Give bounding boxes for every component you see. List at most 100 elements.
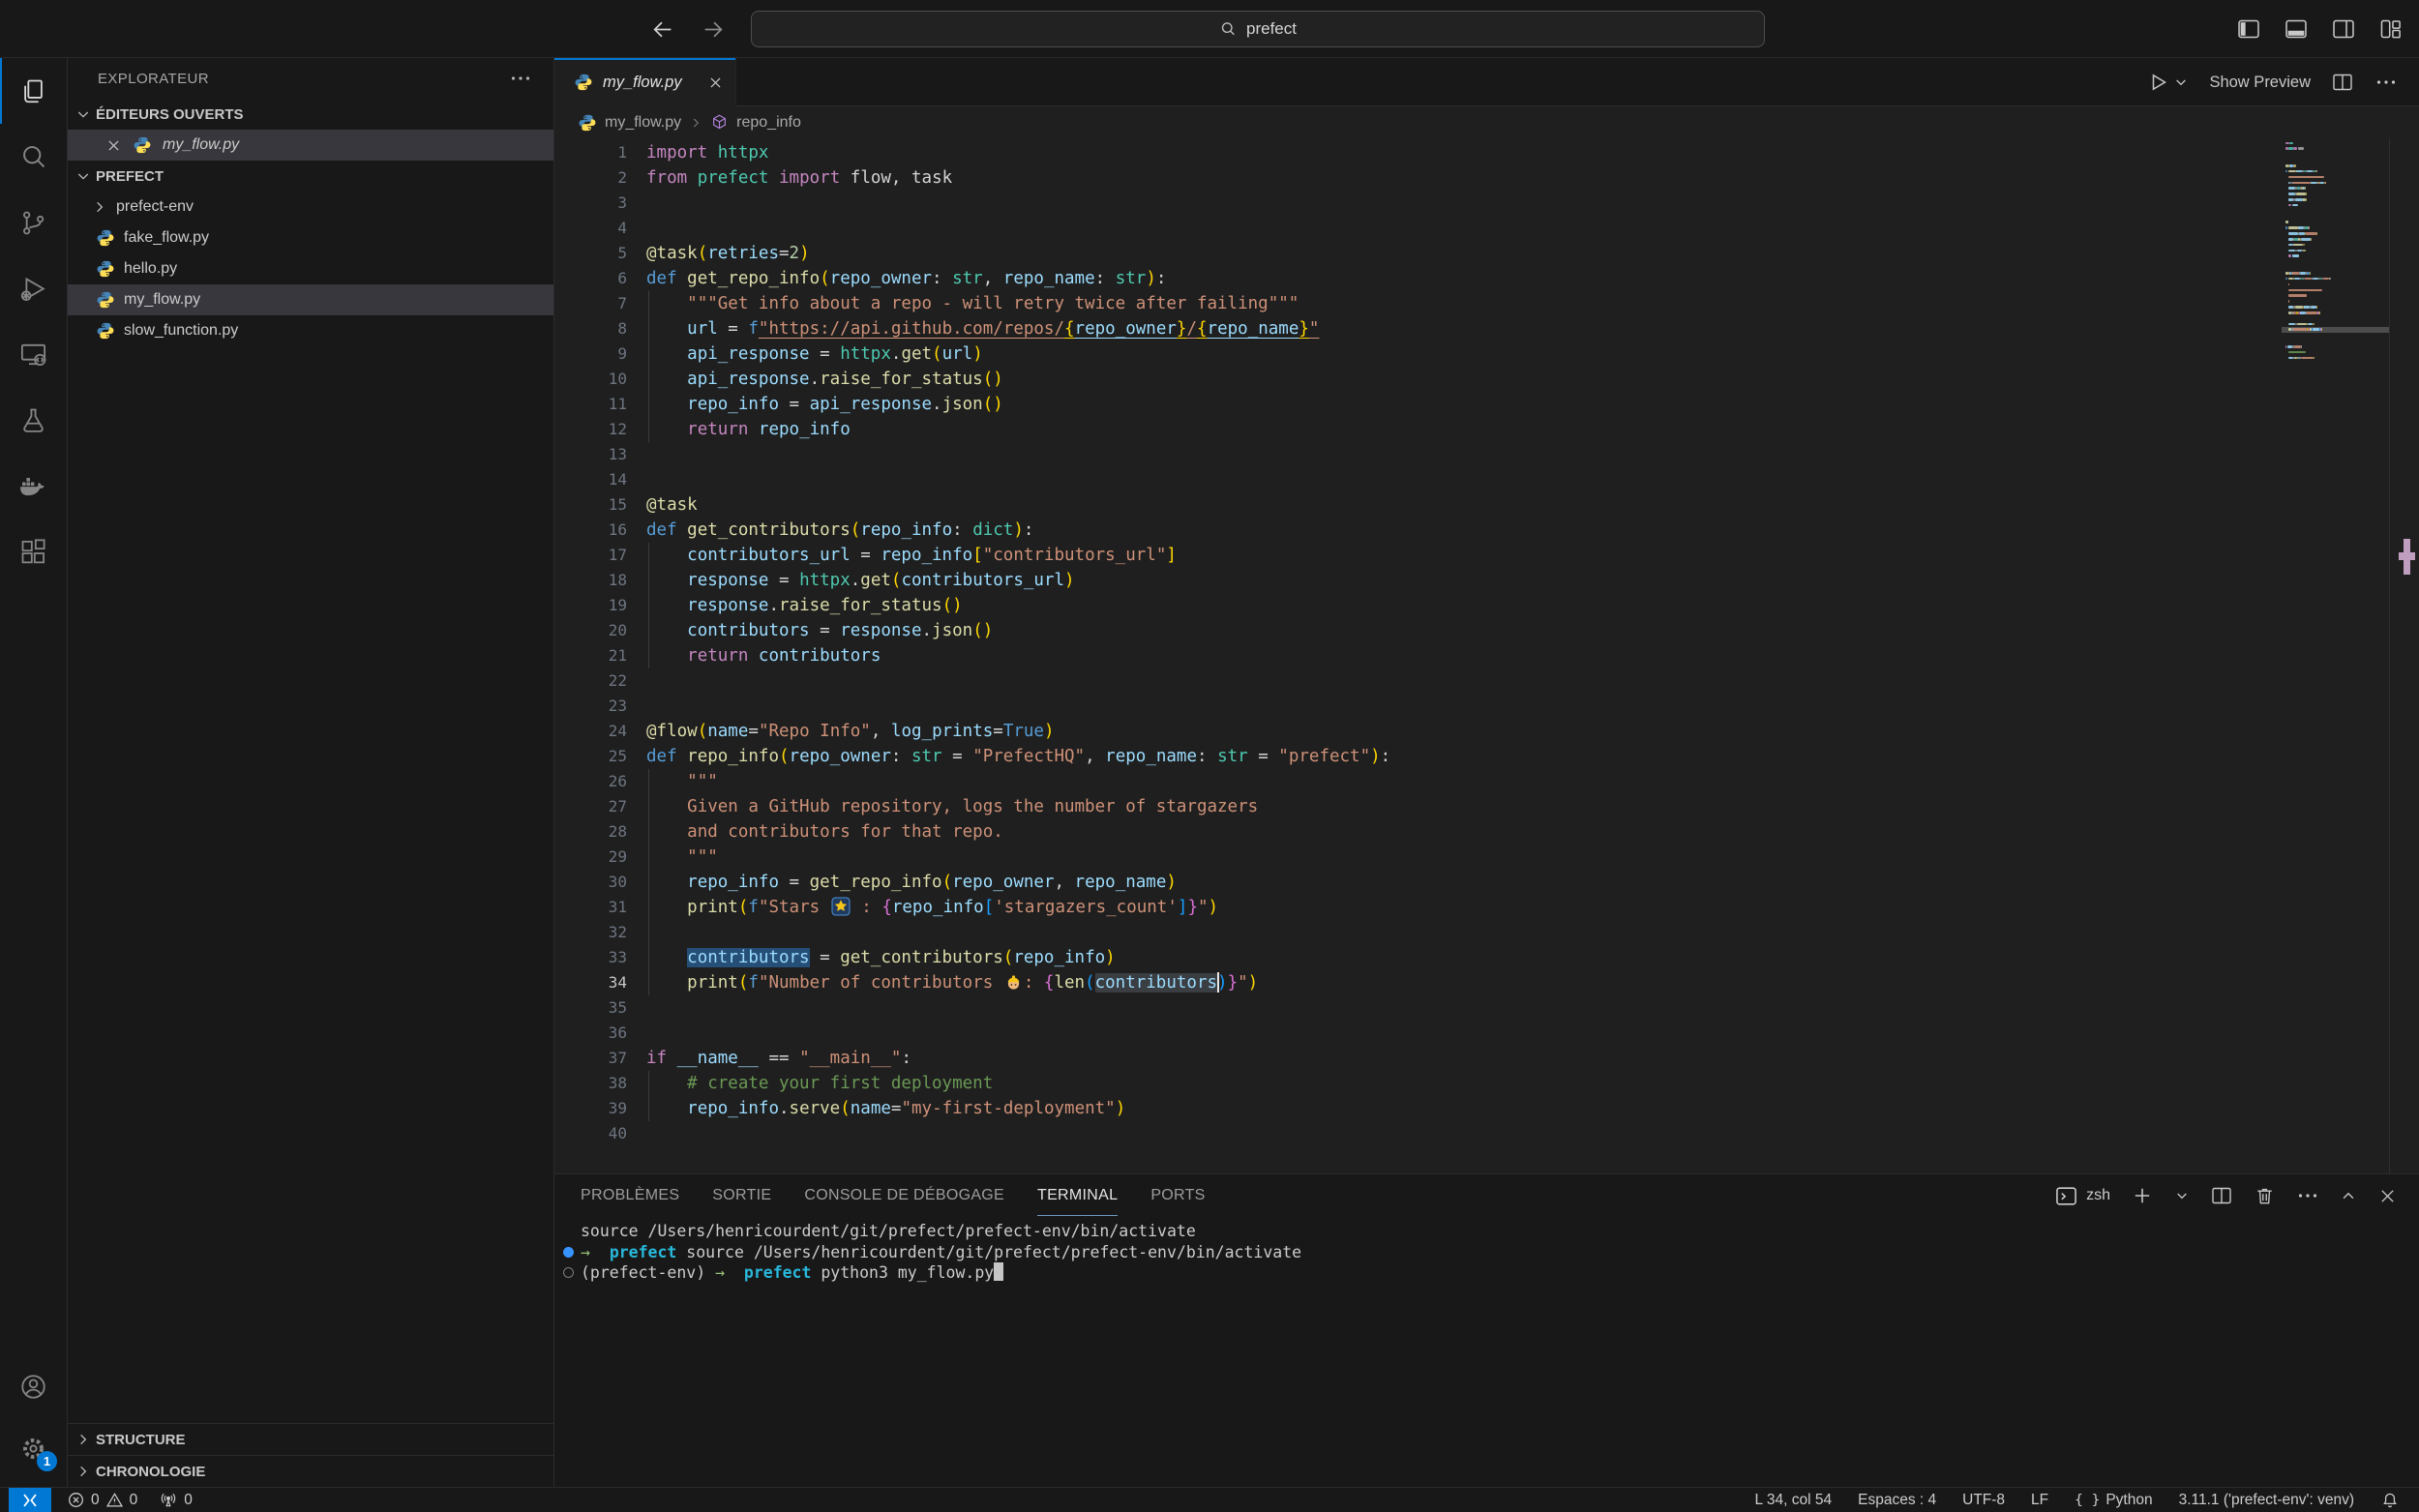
close-panel-icon[interactable] (2377, 1186, 2398, 1206)
line-number[interactable]: 24 (554, 719, 627, 744)
line-number[interactable]: 6 (554, 266, 627, 291)
line-number[interactable]: 7 (554, 291, 627, 316)
toggle-panel-icon[interactable] (2284, 16, 2309, 42)
line-number[interactable]: 12 (554, 417, 627, 442)
code-line-12[interactable]: 12 return repo_info (554, 417, 2274, 442)
line-number[interactable]: 5 (554, 241, 627, 266)
code-line-17[interactable]: 17 contributors_url = repo_info["contrib… (554, 543, 2274, 568)
line-number[interactable]: 10 (554, 367, 627, 392)
split-editor-icon[interactable] (2331, 71, 2354, 94)
close-icon[interactable] (707, 74, 724, 91)
line-number[interactable]: 3 (554, 191, 627, 216)
code-line-30[interactable]: 30 repo_info = get_repo_info(repo_owner,… (554, 870, 2274, 895)
code-line-24[interactable]: 24@flow(name="Repo Info", log_prints=Tru… (554, 719, 2274, 744)
code-line-3[interactable]: 3 (554, 191, 2274, 216)
line-number[interactable]: 4 (554, 216, 627, 241)
code-line-36[interactable]: 36 (554, 1021, 2274, 1046)
line-number[interactable]: 34 (554, 970, 627, 995)
overview-ruler[interactable] (2389, 138, 2419, 1173)
code-line-18[interactable]: 18 response = httpx.get(contributors_url… (554, 568, 2274, 593)
code-line-6[interactable]: 6def get_repo_info(repo_owner: str, repo… (554, 266, 2274, 291)
line-number[interactable]: 21 (554, 643, 627, 668)
toggle-secondary-sidebar-icon[interactable] (2331, 16, 2356, 42)
line-number[interactable]: 37 (554, 1046, 627, 1071)
section-header-diteurs-ouverts[interactable]: ÉDITEURS OUVERTS (68, 99, 553, 130)
remote-indicator[interactable] (9, 1488, 51, 1512)
code-line-8[interactable]: 8 url = f"https://api.github.com/repos/{… (554, 316, 2274, 341)
code-line-32[interactable]: 32 (554, 920, 2274, 945)
code-line-21[interactable]: 21 return contributors (554, 643, 2274, 668)
more-actions-icon[interactable] (2296, 1184, 2319, 1207)
code-line-22[interactable]: 22 (554, 668, 2274, 694)
line-number[interactable]: 36 (554, 1021, 627, 1046)
code-line-33[interactable]: 33 contributors = get_contributors(repo_… (554, 945, 2274, 970)
new-terminal-icon[interactable] (2131, 1184, 2154, 1207)
status-language-mode[interactable]: { }Python (2075, 1492, 2152, 1509)
sidebar-item-my-flow-py[interactable]: my_flow.py (68, 284, 553, 315)
line-number[interactable]: 35 (554, 995, 627, 1021)
terminal-dropdown-icon[interactable] (2174, 1188, 2190, 1203)
section-header-prefect[interactable]: PREFECT (68, 161, 553, 192)
status-encoding[interactable]: UTF-8 (1962, 1492, 2005, 1509)
back-icon[interactable] (650, 17, 674, 42)
line-number[interactable]: 16 (554, 518, 627, 543)
line-number[interactable]: 28 (554, 819, 627, 845)
line-number[interactable]: 20 (554, 618, 627, 643)
status-python-interpreter[interactable]: 3.11.1 ('prefect-env': venv) (2179, 1492, 2354, 1509)
activity-settings[interactable]: 1 (0, 1417, 67, 1479)
status-cursor-position[interactable]: L 34, col 54 (1755, 1492, 1833, 1509)
code-line-7[interactable]: 7 """Get info about a repo - will retry … (554, 291, 2274, 316)
code-line-15[interactable]: 15@task (554, 492, 2274, 518)
sidebar-item-prefect-env[interactable]: prefect-env (68, 192, 553, 222)
activity-run-and-debug[interactable] (0, 255, 67, 321)
activity-testing[interactable] (0, 387, 67, 453)
show-preview-button[interactable]: Show Preview (2209, 74, 2311, 92)
code-line-35[interactable]: 35 (554, 995, 2274, 1021)
code-line-20[interactable]: 20 contributors = response.json() (554, 618, 2274, 643)
line-number[interactable]: 26 (554, 769, 627, 794)
status-notifications[interactable] (2380, 1491, 2400, 1510)
sidebar-item-slow-function-py[interactable]: slow_function.py (68, 315, 553, 346)
panel-tab-terminal[interactable]: TERMINAL (1037, 1175, 1118, 1216)
line-number[interactable]: 31 (554, 895, 627, 920)
line-number[interactable]: 18 (554, 568, 627, 593)
line-number[interactable]: 39 (554, 1096, 627, 1121)
line-number[interactable]: 14 (554, 467, 627, 492)
activity-accounts[interactable] (0, 1355, 67, 1417)
line-number[interactable]: 2 (554, 165, 627, 191)
code-line-10[interactable]: 10 api_response.raise_for_status() (554, 367, 2274, 392)
section-header-structure[interactable]: STRUCTURE (68, 1423, 553, 1455)
line-number[interactable]: 19 (554, 593, 627, 618)
toggle-primary-sidebar-icon[interactable] (2236, 16, 2261, 42)
forward-icon[interactable] (702, 17, 726, 42)
line-number[interactable]: 13 (554, 442, 627, 467)
line-number[interactable]: 8 (554, 316, 627, 341)
code-line-27[interactable]: 27 Given a GitHub repository, logs the n… (554, 794, 2274, 819)
command-center-search[interactable]: prefect (751, 11, 1765, 47)
line-number[interactable]: 38 (554, 1071, 627, 1096)
code-line-14[interactable]: 14 (554, 467, 2274, 492)
code-line-9[interactable]: 9 api_response = httpx.get(url) (554, 341, 2274, 367)
terminal[interactable]: source /Users/henricourdent/git/prefect/… (554, 1217, 2419, 1487)
open-editor-my-flow-py[interactable]: my_flow.py (68, 130, 553, 161)
tab-my-flow-py[interactable]: my_flow.py (554, 58, 736, 106)
panel-tab-sortie[interactable]: SORTIE (712, 1175, 771, 1216)
sidebar-item-hello-py[interactable]: hello.py (68, 253, 553, 284)
line-number[interactable]: 27 (554, 794, 627, 819)
code-line-23[interactable]: 23 (554, 694, 2274, 719)
code-line-40[interactable]: 40 (554, 1121, 2274, 1146)
minimap[interactable] (2282, 140, 2390, 367)
chevron-down-icon[interactable] (2173, 74, 2189, 90)
split-terminal-icon[interactable] (2210, 1184, 2233, 1207)
code-line-26[interactable]: 26 """ (554, 769, 2274, 794)
line-number[interactable]: 11 (554, 392, 627, 417)
status-problems[interactable]: 00 (67, 1491, 137, 1509)
code-line-11[interactable]: 11 repo_info = api_response.json() (554, 392, 2274, 417)
code-line-2[interactable]: 2from prefect import flow, task (554, 165, 2274, 191)
code-line-1[interactable]: 1import httpx (554, 140, 2274, 165)
line-number[interactable]: 32 (554, 920, 627, 945)
customize-layout-icon[interactable] (2378, 16, 2404, 42)
maximize-panel-icon[interactable] (2340, 1187, 2357, 1204)
line-number[interactable]: 25 (554, 744, 627, 769)
code-line-13[interactable]: 13 (554, 442, 2274, 467)
